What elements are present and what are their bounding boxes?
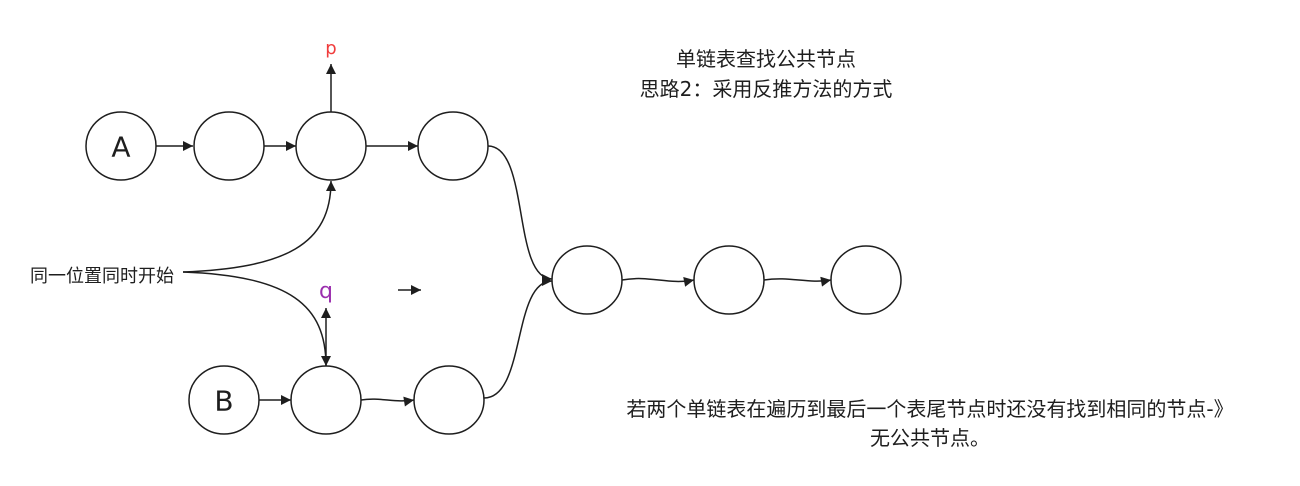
diagram-subtitle: 思路2：采用反推方法的方式 (640, 77, 893, 101)
list-b-head-label: B (214, 385, 233, 418)
list-a-node-3 (295, 111, 367, 181)
list-b-node-2 (290, 365, 362, 435)
pointer-p-label: p (325, 38, 336, 59)
pointer-q-label: q (319, 279, 333, 304)
start-note-to-a3 (182, 180, 336, 273)
common-node-1 (551, 245, 623, 315)
edge-a4-common (487, 145, 553, 284)
edge-common1-common2 (621, 276, 695, 287)
list-a-head-label: A (111, 131, 130, 164)
edge-b2-b3 (360, 396, 415, 407)
list-a-node-4 (417, 111, 489, 181)
edge-common2-common3 (763, 276, 832, 287)
common-node-2 (693, 245, 765, 315)
start-note: 同一位置同时开始 (30, 266, 174, 287)
conclusion-line-2: 无公共节点。 (870, 426, 990, 450)
diagram-title: 单链表查找公共节点 (676, 47, 856, 71)
list-a-node-2 (193, 111, 265, 181)
edge-b3-common (483, 276, 553, 399)
linked-list-diagram: 单链表查找公共节点 思路2：采用反推方法的方式 A B p q 同一位置同时开始… (30, 38, 1234, 450)
start-note-to-b2 (182, 271, 331, 367)
common-node-3 (830, 245, 902, 315)
conclusion-line-1: 若两个单链表在遍历到最后一个表尾节点时还没有找到相同的节点-》 (626, 397, 1233, 421)
list-b-node-3 (413, 365, 485, 435)
